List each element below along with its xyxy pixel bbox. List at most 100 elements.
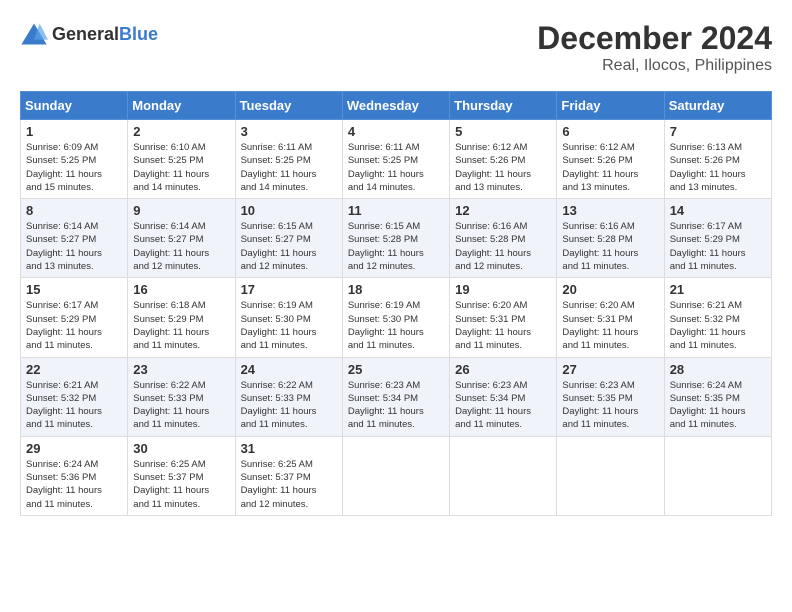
day-detail: Sunrise: 6:14 AM Sunset: 5:27 PM Dayligh… [133, 221, 209, 272]
day-detail: Sunrise: 6:11 AM Sunset: 5:25 PM Dayligh… [348, 142, 424, 193]
day-detail: Sunrise: 6:10 AM Sunset: 5:25 PM Dayligh… [133, 142, 209, 193]
day-detail: Sunrise: 6:15 AM Sunset: 5:28 PM Dayligh… [348, 221, 424, 272]
day-detail: Sunrise: 6:21 AM Sunset: 5:32 PM Dayligh… [670, 300, 746, 351]
day-detail: Sunrise: 6:20 AM Sunset: 5:31 PM Dayligh… [455, 300, 531, 351]
day-detail: Sunrise: 6:09 AM Sunset: 5:25 PM Dayligh… [26, 142, 102, 193]
day-number: 24 [241, 362, 337, 377]
day-detail: Sunrise: 6:22 AM Sunset: 5:33 PM Dayligh… [133, 380, 209, 431]
weekday-header-monday: Monday [128, 92, 235, 120]
day-cell-20: 20Sunrise: 6:20 AM Sunset: 5:31 PM Dayli… [557, 278, 664, 357]
day-cell-2: 2 Sunrise: 6:10 AM Sunset: 5:25 PM Daylig… [128, 120, 235, 199]
day-cell-14: 14Sunrise: 6:17 AM Sunset: 5:29 PM Dayli… [664, 199, 771, 278]
weekday-header-tuesday: Tuesday [235, 92, 342, 120]
week-row-4: 22 Sunrise: 6:21 AM Sunset: 5:32 PM Dayli… [21, 357, 772, 436]
calendar-table: SundayMondayTuesdayWednesdayThursdayFrid… [20, 91, 772, 516]
day-number: 2 [133, 124, 229, 139]
day-number: 11 [348, 203, 444, 218]
day-cell-31: 31 Sunrise: 6:25 AM Sunset: 5:37 PM Dayli… [235, 436, 342, 515]
weekday-header-thursday: Thursday [450, 92, 557, 120]
day-cell-26: 26Sunrise: 6:23 AM Sunset: 5:34 PM Dayli… [450, 357, 557, 436]
day-cell-9: 9 Sunrise: 6:14 AM Sunset: 5:27 PM Daylig… [128, 199, 235, 278]
empty-cell [664, 436, 771, 515]
day-cell-4: 4 Sunrise: 6:11 AM Sunset: 5:25 PM Daylig… [342, 120, 449, 199]
day-detail: Sunrise: 6:23 AM Sunset: 5:34 PM Dayligh… [348, 380, 424, 431]
weekday-header-saturday: Saturday [664, 92, 771, 120]
day-number: 4 [348, 124, 444, 139]
day-cell-21: 21 Sunrise: 6:21 AM Sunset: 5:32 PM Dayli… [664, 278, 771, 357]
day-cell-22: 22 Sunrise: 6:21 AM Sunset: 5:32 PM Dayli… [21, 357, 128, 436]
day-detail: Sunrise: 6:15 AM Sunset: 5:27 PM Dayligh… [241, 221, 317, 272]
week-row-2: 8 Sunrise: 6:14 AM Sunset: 5:27 PM Daylig… [21, 199, 772, 278]
day-detail: Sunrise: 6:18 AM Sunset: 5:29 PM Dayligh… [133, 300, 209, 351]
day-cell-11: 11 Sunrise: 6:15 AM Sunset: 5:28 PM Dayli… [342, 199, 449, 278]
logo-text-general: General [52, 24, 119, 44]
day-detail: Sunrise: 6:25 AM Sunset: 5:37 PM Dayligh… [133, 459, 209, 510]
day-number: 10 [241, 203, 337, 218]
day-detail: Sunrise: 6:16 AM Sunset: 5:28 PM Dayligh… [455, 221, 531, 272]
day-detail: Sunrise: 6:13 AM Sunset: 5:26 PM Dayligh… [670, 142, 746, 193]
day-cell-27: 27 Sunrise: 6:23 AM Sunset: 5:35 PM Dayli… [557, 357, 664, 436]
day-number: 13 [562, 203, 658, 218]
day-cell-16: 16Sunrise: 6:18 AM Sunset: 5:29 PM Dayli… [128, 278, 235, 357]
day-detail: Sunrise: 6:24 AM Sunset: 5:35 PM Dayligh… [670, 380, 746, 431]
day-number: 22 [26, 362, 122, 377]
day-detail: Sunrise: 6:22 AM Sunset: 5:33 PM Dayligh… [241, 380, 317, 431]
day-number: 19 [455, 282, 551, 297]
day-detail: Sunrise: 6:12 AM Sunset: 5:26 PM Dayligh… [562, 142, 638, 193]
day-cell-17: 17 Sunrise: 6:19 AM Sunset: 5:30 PM Dayli… [235, 278, 342, 357]
day-number: 20 [562, 282, 658, 297]
day-number: 23 [133, 362, 229, 377]
day-number: 31 [241, 441, 337, 456]
day-number: 12 [455, 203, 551, 218]
day-number: 26 [455, 362, 551, 377]
week-row-5: 29Sunrise: 6:24 AM Sunset: 5:36 PM Dayli… [21, 436, 772, 515]
day-number: 17 [241, 282, 337, 297]
day-detail: Sunrise: 6:21 AM Sunset: 5:32 PM Dayligh… [26, 380, 102, 431]
day-cell-19: 19 Sunrise: 6:20 AM Sunset: 5:31 PM Dayli… [450, 278, 557, 357]
empty-cell [557, 436, 664, 515]
day-detail: Sunrise: 6:25 AM Sunset: 5:37 PM Dayligh… [241, 459, 317, 510]
day-number: 9 [133, 203, 229, 218]
day-cell-12: 12 Sunrise: 6:16 AM Sunset: 5:28 PM Dayli… [450, 199, 557, 278]
weekday-header-sunday: Sunday [21, 92, 128, 120]
day-detail: Sunrise: 6:23 AM Sunset: 5:35 PM Dayligh… [562, 380, 638, 431]
day-detail: Sunrise: 6:11 AM Sunset: 5:25 PM Dayligh… [241, 142, 317, 193]
logo: GeneralBlue [20, 20, 158, 48]
location-title: Real, Ilocos, Philippines [537, 57, 772, 75]
day-cell-5: 5Sunrise: 6:12 AM Sunset: 5:26 PM Daylig… [450, 120, 557, 199]
day-detail: Sunrise: 6:14 AM Sunset: 5:27 PM Dayligh… [26, 221, 102, 272]
title-area: December 2024 Real, Ilocos, Philippines [537, 20, 772, 75]
day-number: 21 [670, 282, 766, 297]
week-row-3: 15Sunrise: 6:17 AM Sunset: 5:29 PM Dayli… [21, 278, 772, 357]
day-number: 15 [26, 282, 122, 297]
day-number: 25 [348, 362, 444, 377]
page-header: GeneralBlue December 2024 Real, Ilocos, … [20, 20, 772, 75]
empty-cell [342, 436, 449, 515]
day-detail: Sunrise: 6:24 AM Sunset: 5:36 PM Dayligh… [26, 459, 102, 510]
day-cell-18: 18Sunrise: 6:19 AM Sunset: 5:30 PM Dayli… [342, 278, 449, 357]
day-cell-30: 30 Sunrise: 6:25 AM Sunset: 5:37 PM Dayli… [128, 436, 235, 515]
week-row-1: 1 Sunrise: 6:09 AM Sunset: 5:25 PM Daylig… [21, 120, 772, 199]
day-cell-15: 15Sunrise: 6:17 AM Sunset: 5:29 PM Dayli… [21, 278, 128, 357]
day-detail: Sunrise: 6:17 AM Sunset: 5:29 PM Dayligh… [670, 221, 746, 272]
day-detail: Sunrise: 6:19 AM Sunset: 5:30 PM Dayligh… [348, 300, 424, 351]
day-number: 8 [26, 203, 122, 218]
day-cell-7: 7Sunrise: 6:13 AM Sunset: 5:26 PM Daylig… [664, 120, 771, 199]
day-number: 27 [562, 362, 658, 377]
logo-text-blue: Blue [119, 24, 158, 44]
day-number: 1 [26, 124, 122, 139]
day-detail: Sunrise: 6:16 AM Sunset: 5:28 PM Dayligh… [562, 221, 638, 272]
day-number: 28 [670, 362, 766, 377]
day-number: 6 [562, 124, 658, 139]
weekday-header-friday: Friday [557, 92, 664, 120]
day-cell-8: 8 Sunrise: 6:14 AM Sunset: 5:27 PM Daylig… [21, 199, 128, 278]
weekday-header-wednesday: Wednesday [342, 92, 449, 120]
day-cell-6: 6 Sunrise: 6:12 AM Sunset: 5:26 PM Daylig… [557, 120, 664, 199]
day-detail: Sunrise: 6:19 AM Sunset: 5:30 PM Dayligh… [241, 300, 317, 351]
day-number: 30 [133, 441, 229, 456]
day-detail: Sunrise: 6:12 AM Sunset: 5:26 PM Dayligh… [455, 142, 531, 193]
day-cell-1: 1 Sunrise: 6:09 AM Sunset: 5:25 PM Daylig… [21, 120, 128, 199]
logo-icon [20, 20, 48, 48]
day-cell-29: 29Sunrise: 6:24 AM Sunset: 5:36 PM Dayli… [21, 436, 128, 515]
month-title: December 2024 [537, 20, 772, 57]
